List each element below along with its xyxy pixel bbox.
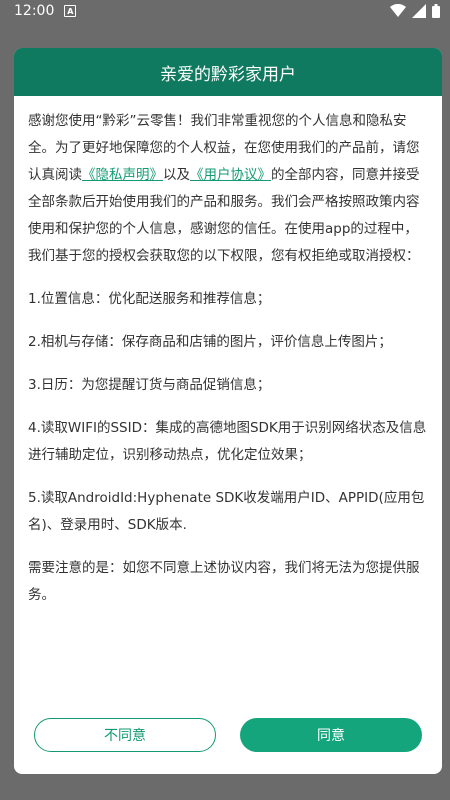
intro-text-between: 以及: [163, 167, 190, 183]
intro-paragraph: 感谢您使用“黔彩”云零售！我们非常重视您的个人信息和隐私安全。为了更好地保障您的…: [28, 108, 428, 270]
button-row: 不同意 同意: [14, 718, 442, 752]
disagree-button[interactable]: 不同意: [34, 718, 216, 752]
privacy-link[interactable]: 《隐私声明》: [82, 167, 163, 183]
status-time: 12:00: [14, 3, 55, 19]
dialog-body: 感谢您使用“黔彩”云零售！我们非常重视您的个人信息和隐私安全。为了更好地保障您的…: [14, 96, 442, 609]
dialog-title: 亲爱的黔彩家用户: [160, 64, 296, 85]
agree-button[interactable]: 同意: [240, 718, 422, 752]
wifi-icon: [390, 4, 406, 17]
permission-item-wifi: 4.读取WIFI的SSID：集成的高德地图SDK用于识别网络状态及信息进行辅助定…: [28, 420, 427, 463]
agreement-link[interactable]: 《用户协议》: [190, 167, 271, 183]
status-left: 12:00 A: [14, 3, 77, 19]
status-bar: 12:00 A: [0, 0, 450, 22]
permission-item-androidid: 5.读取AndroidId:Hyphenate SDK收发端用户ID、APPID…: [28, 490, 425, 533]
signal-icon: [412, 4, 426, 18]
permission-item-calendar: 3.日历：为您提醒订货与商品促销信息；: [28, 377, 271, 393]
permission-item-location: 1.位置信息：优化配送服务和推荐信息；: [28, 291, 271, 307]
notification-icon: A: [64, 5, 77, 17]
battery-icon: [432, 4, 440, 18]
status-right: [390, 4, 440, 18]
permission-item-camera-storage: 2.相机与存储：保存商品和店铺的图片，评价信息上传图片；: [28, 334, 392, 350]
note-paragraph: 需要注意的是：如您不同意上述协议内容，我们将无法为您提供服务。: [28, 560, 420, 603]
privacy-dialog: 亲爱的黔彩家用户 感谢您使用“黔彩”云零售！我们非常重视您的个人信息和隐私安全。…: [14, 48, 442, 774]
dialog-header: 亲爱的黔彩家用户: [14, 48, 442, 96]
